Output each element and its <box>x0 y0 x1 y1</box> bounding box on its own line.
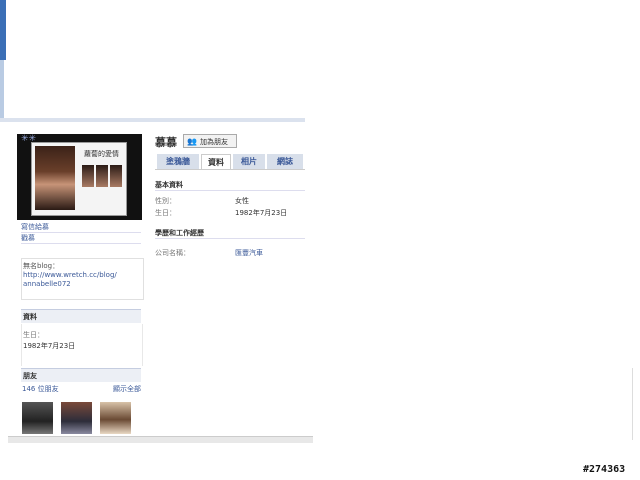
divider <box>155 238 305 239</box>
divider <box>21 243 141 244</box>
company-value-link[interactable]: 匯豐汽車 <box>235 248 263 258</box>
company-label: 公司名稱： <box>155 249 190 257</box>
left-edge-accent <box>0 0 6 60</box>
browser-status-bar <box>8 436 313 443</box>
friend-thumbnail[interactable] <box>61 402 92 434</box>
friends-heading: 朋友 <box>21 368 141 382</box>
profile-actions: 寫信給慕 戳慕 <box>21 222 49 244</box>
friend-thumbnail[interactable] <box>22 402 53 434</box>
divider <box>632 368 633 440</box>
add-friend-label: 加為朋友 <box>200 138 228 146</box>
blog-label: 無名blog： <box>23 262 60 270</box>
friend-thumbnail[interactable] <box>100 402 131 434</box>
tab-notes[interactable]: 網誌 <box>267 154 303 169</box>
mini-photo-2 <box>96 165 108 187</box>
photo-card: 蘿蔔的愛情 <box>31 142 127 216</box>
image-watermark: #274363 <box>583 464 626 475</box>
add-friend-icon: 👥 <box>187 137 197 146</box>
mini-photo-1 <box>82 165 94 187</box>
profile-page: ✳✳ 蘿蔔的愛情 寫信給慕 戳慕 無名blog： http://www.wret… <box>8 122 305 440</box>
tab-underline <box>155 169 305 170</box>
info-box-heading: 資料 <box>21 309 141 323</box>
profile-name: 慕慕 <box>155 136 177 149</box>
profile-picture[interactable]: ✳✳ 蘿蔔的愛情 <box>17 134 142 220</box>
tab-wall[interactable]: 塗鴉牆 <box>157 154 199 169</box>
gender-value: 女性 <box>235 197 249 205</box>
basic-info-heading: 基本資料 <box>155 181 183 189</box>
birthday-label: 生日： <box>155 209 176 217</box>
birthday-value: 1982年7月23日 <box>23 342 76 350</box>
blog-box: 無名blog： http://www.wretch.cc/blog/ annab… <box>21 258 144 300</box>
friends-count[interactable]: 146 位朋友 <box>22 384 59 394</box>
add-friend-button[interactable]: 👥 加為朋友 <box>183 134 237 148</box>
divider <box>155 190 305 191</box>
birthday-value: 1982年7月23日 <box>235 209 288 217</box>
show-all-friends-link[interactable]: 顯示全部 <box>113 384 141 394</box>
gender-label: 性別： <box>155 197 176 205</box>
photo-title: 蘿蔔的愛情 <box>84 150 119 158</box>
blog-url-line1[interactable]: http://www.wretch.cc/blog/ <box>23 271 143 280</box>
left-edge-fade <box>0 60 4 120</box>
tab-info[interactable]: 資料 <box>201 154 231 169</box>
mini-photo-3 <box>110 165 122 187</box>
portrait-photo <box>35 146 75 210</box>
divider <box>21 232 141 233</box>
work-info-heading: 學歷和工作經歷 <box>155 229 204 237</box>
info-box: 生日： 1982年7月23日 <box>21 324 143 366</box>
tab-photos[interactable]: 相片 <box>233 154 265 169</box>
blog-url-line2[interactable]: annabelle072 <box>23 280 143 289</box>
birthday-label: 生日： <box>23 331 44 339</box>
